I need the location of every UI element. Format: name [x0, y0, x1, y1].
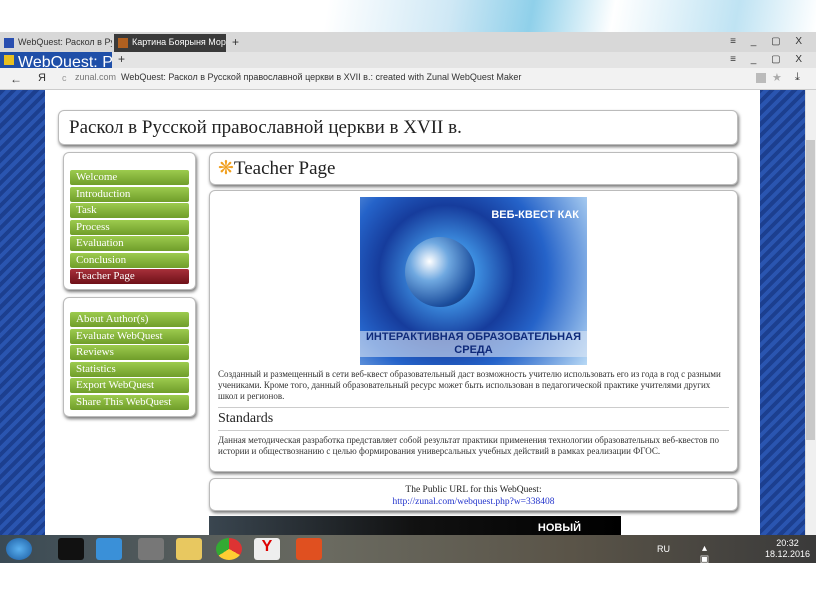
- app-icon-utility[interactable]: [138, 538, 164, 560]
- download-icon[interactable]: ⤓: [795, 71, 800, 84]
- zunal-favicon: [4, 55, 14, 65]
- zunal-favicon: [4, 38, 14, 48]
- nav-share-webquest[interactable]: Share This WebQuest: [70, 394, 189, 410]
- tab-label: WebQuest: Раскол в Русс: [18, 54, 112, 68]
- flower-icon: ❋: [218, 158, 234, 179]
- app-icon-owl[interactable]: [58, 538, 84, 560]
- webquest-title: Раскол в Русской православной церкви в X…: [58, 110, 738, 145]
- public-url-box: The Public URL for this WebQuest: http:/…: [209, 478, 738, 511]
- system-tray: RU ▴ ▣ ▢ ◀) 20:32 18.12.2016: [657, 538, 810, 587]
- nav-task[interactable]: Task: [70, 203, 189, 218]
- nav-conclusion[interactable]: Conclusion: [70, 252, 189, 268]
- inner-tab-bar: WebQuest: Раскол в Русс + ≡ _ ▢ X: [0, 52, 816, 68]
- teacher-content: ВЕБ-КВЕСТ КАК ИНТЕРАКТИВНАЯ ОБРАЗОВАТЕЛЬ…: [209, 190, 738, 472]
- nav-welcome[interactable]: Welcome: [70, 170, 189, 185]
- new-tab-button[interactable]: +: [228, 32, 243, 50]
- url-title: WebQuest: Раскол в Русской православной …: [121, 72, 522, 82]
- app-icon-media-player[interactable]: [96, 538, 122, 560]
- address-bar: ← Я c zunal.com WebQuest: Раскол в Русск…: [0, 68, 816, 90]
- page-heading: ❋Teacher Page: [209, 152, 738, 185]
- tab-label: Картина Боярыня Моро: [132, 37, 226, 47]
- bookmark-star-icon[interactable]: ★: [772, 71, 782, 84]
- nav-evaluation[interactable]: Evaluation: [70, 236, 189, 251]
- public-url-link[interactable]: http://zunal.com/webquest.php?w=338408: [392, 497, 554, 507]
- standards-heading: Standards: [218, 407, 729, 431]
- yandex-button[interactable]: Я: [38, 72, 46, 84]
- window-controls[interactable]: ≡ _ ▢ X: [730, 36, 808, 47]
- clock-date: 18.12.2016: [764, 549, 810, 559]
- nav-export-webquest[interactable]: Export WebQuest: [70, 378, 189, 393]
- advertisement-banner[interactable]: НОВЫЙ: [209, 516, 621, 535]
- explorer-icon[interactable]: [176, 538, 202, 560]
- extension-icon[interactable]: [756, 73, 766, 83]
- tab-webquest-active[interactable]: WebQuest: Раскол в Русс: [0, 52, 112, 68]
- start-button[interactable]: [6, 538, 32, 560]
- window-controls[interactable]: ≡ _ ▢ X: [730, 54, 808, 65]
- yandex-browser-icon[interactable]: Y: [254, 538, 280, 560]
- outer-tab-bar: WebQuest: Раскол в Русско Картина Боярын…: [0, 32, 816, 52]
- public-url-label: The Public URL for this WebQuest:: [405, 485, 542, 495]
- nav-evaluate-webquest[interactable]: Evaluate WebQuest: [70, 328, 189, 344]
- tab-label: WebQuest: Раскол в Русско: [18, 37, 112, 47]
- reload-icon[interactable]: c: [62, 73, 67, 83]
- tab-boyarynya[interactable]: Картина Боярыня Моро: [114, 34, 226, 52]
- nav-introduction[interactable]: Introduction: [70, 186, 189, 202]
- language-indicator[interactable]: RU: [657, 544, 670, 555]
- url-field[interactable]: zunal.com WebQuest: Раскол в Русской пра…: [75, 72, 745, 82]
- nav-teacher-page[interactable]: Teacher Page: [70, 269, 189, 284]
- clock[interactable]: 20:32 18.12.2016: [765, 538, 810, 560]
- page-heading-text: Teacher Page: [233, 158, 336, 179]
- nav-process[interactable]: Process: [70, 219, 189, 235]
- globe-graphic: [405, 237, 475, 307]
- windows-taskbar: Y RU ▴ ▣ ▢ ◀) 20:32 18.12.2016: [0, 535, 816, 587]
- tab-webquest[interactable]: WebQuest: Раскол в Русско: [0, 34, 112, 52]
- clock-time: 20:32: [776, 538, 799, 548]
- tray-icons[interactable]: ▴ ▣ ▢ ◀): [699, 543, 710, 587]
- banner-top-text: ВЕБ-КВЕСТ КАК: [491, 209, 579, 221]
- intro-text: Созданный и размещенный в сети веб-квест…: [218, 369, 721, 401]
- nav-statistics[interactable]: Statistics: [70, 361, 189, 377]
- new-tab-button[interactable]: +: [114, 50, 129, 66]
- main-navigation: Welcome Introduction Task Process Evalua…: [63, 152, 196, 290]
- nav-about-authors[interactable]: About Author(s): [70, 312, 189, 327]
- scrollbar-thumb[interactable]: [806, 140, 815, 440]
- powerpoint-icon[interactable]: [296, 538, 322, 560]
- nav-reviews[interactable]: Reviews: [70, 345, 189, 360]
- banner-bottom-text: ИНТЕРАКТИВНАЯ ОБРАЗОВАТЕЛЬНАЯ СРЕДА: [360, 331, 587, 357]
- back-button[interactable]: ←: [10, 72, 22, 86]
- slide-background: [0, 0, 816, 32]
- standards-text: Данная методическая разработка представл…: [218, 435, 720, 456]
- url-domain: zunal.com: [75, 72, 117, 82]
- chrome-icon[interactable]: [216, 538, 242, 560]
- extra-navigation: About Author(s) Evaluate WebQuest Review…: [63, 297, 196, 417]
- webquest-banner-image: ВЕБ-КВЕСТ КАК ИНТЕРАКТИВНАЯ ОБРАЗОВАТЕЛЬ…: [360, 197, 587, 365]
- image-favicon: [118, 38, 128, 48]
